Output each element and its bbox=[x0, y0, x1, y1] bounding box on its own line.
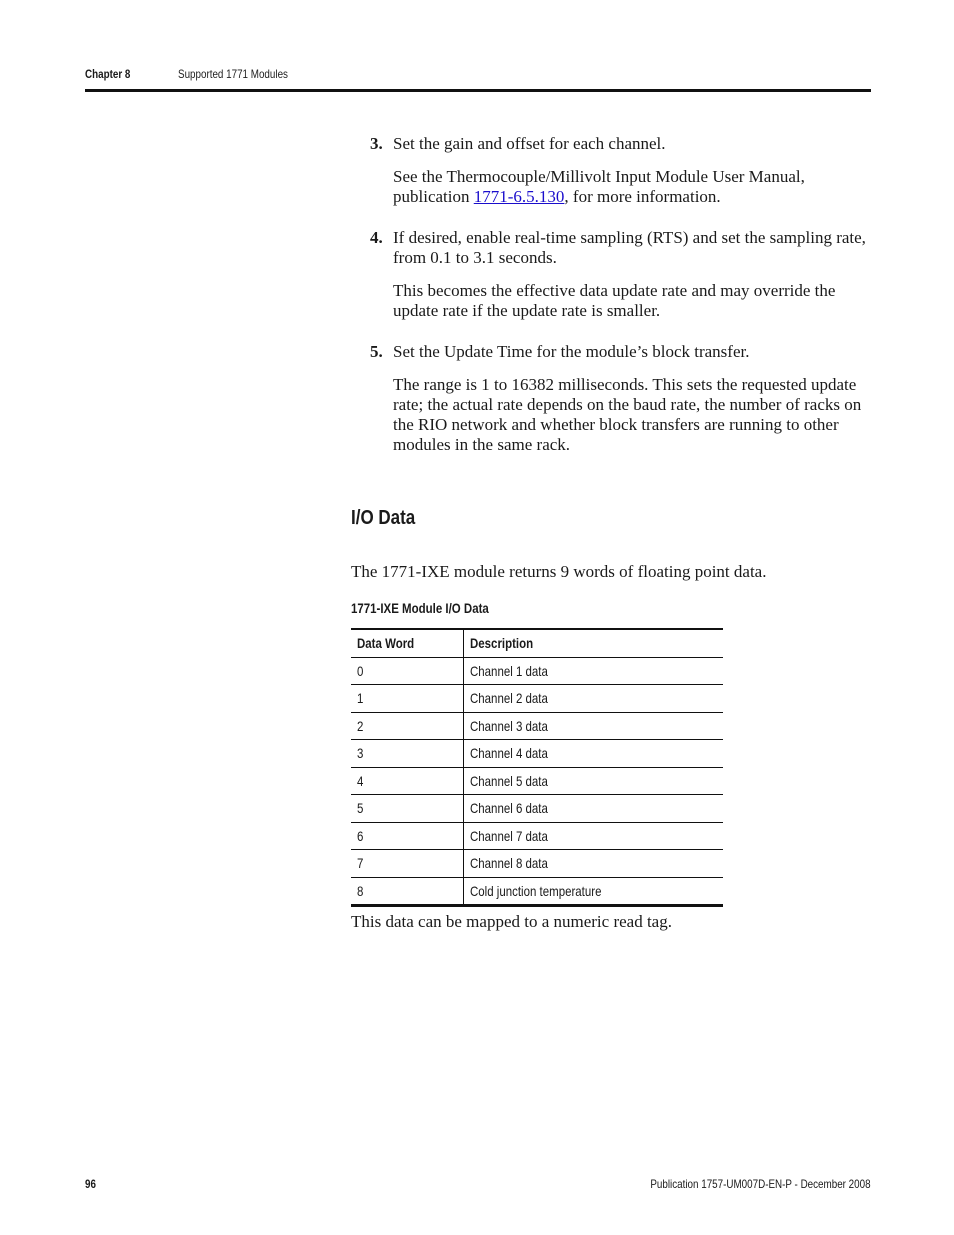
step-detail: The range is 1 to 16382 milliseconds. Th… bbox=[393, 375, 862, 454]
step-detail: This becomes the effective data update r… bbox=[393, 281, 836, 320]
table-row: 7 Channel 8 data bbox=[351, 849, 723, 878]
data-word-cell: 3 bbox=[351, 739, 464, 768]
section-outro: This data can be mapped to a numeric rea… bbox=[351, 912, 672, 931]
table-row: 0 Channel 1 data bbox=[351, 657, 723, 685]
step-text: Set the gain and offset for each channel… bbox=[393, 134, 666, 153]
data-word-cell: 8 bbox=[351, 877, 464, 907]
step-number: 4. bbox=[370, 228, 383, 247]
description-cell: Channel 7 data bbox=[463, 822, 723, 850]
description-cell: Channel 2 data bbox=[463, 684, 723, 713]
data-word-cell: 0 bbox=[351, 657, 464, 685]
procedure-steps: 3. Set the gain and offset for each chan… bbox=[370, 134, 870, 455]
page-header: Chapter 8 Supported 1771 Modules bbox=[85, 67, 288, 81]
publication-link[interactable]: 1771-6.5.130 bbox=[474, 187, 565, 206]
io-data-table: Data Word Description 0 Channel 1 data 1 Ch… bbox=[351, 628, 723, 907]
table-header-row: Data Word Description bbox=[351, 628, 723, 658]
table-row: 3 Channel 4 data bbox=[351, 739, 723, 768]
section-intro: The 1771-IXE module returns 9 words of f… bbox=[351, 562, 767, 581]
description-cell: Channel 4 data bbox=[463, 739, 723, 768]
description-cell: Channel 1 data bbox=[463, 657, 723, 685]
table-row: 5 Channel 6 data bbox=[351, 794, 723, 823]
chapter-label: Chapter 8 bbox=[85, 67, 131, 81]
description-cell: Channel 6 data bbox=[463, 794, 723, 823]
step-4: 4. If desired, enable real-time sampling… bbox=[370, 228, 870, 321]
table-row: 6 Channel 7 data bbox=[351, 822, 723, 850]
data-word-cell: 5 bbox=[351, 794, 464, 823]
column-header: Data Word bbox=[351, 628, 464, 658]
header-rule bbox=[85, 89, 871, 92]
data-word-cell: 4 bbox=[351, 767, 464, 795]
table-row: 4 Channel 5 data bbox=[351, 767, 723, 795]
data-word-cell: 1 bbox=[351, 684, 464, 713]
publication-info: Publication 1757-UM007D-EN-P - December … bbox=[650, 1177, 871, 1191]
step-text: Set the Update Time for the module’s blo… bbox=[393, 342, 750, 361]
data-word-cell: 2 bbox=[351, 712, 464, 740]
step-number: 3. bbox=[370, 134, 383, 153]
column-header: Description bbox=[463, 628, 723, 658]
page-number: 96 bbox=[85, 1177, 96, 1191]
data-word-cell: 6 bbox=[351, 822, 464, 850]
chapter-title: Supported 1771 Modules bbox=[178, 67, 288, 81]
detail-text: , for more information. bbox=[564, 187, 721, 206]
step-number: 5. bbox=[370, 342, 383, 361]
table-caption: 1771-IXE Module I/O Data bbox=[351, 600, 489, 616]
section-title: I/O Data bbox=[351, 507, 416, 529]
data-word-cell: 7 bbox=[351, 849, 464, 878]
table-row: 1 Channel 2 data bbox=[351, 684, 723, 713]
description-cell: Channel 8 data bbox=[463, 849, 723, 878]
step-5: 5. Set the Update Time for the module’s … bbox=[370, 342, 870, 455]
step-detail: See the Thermocouple/Millivolt Input Mod… bbox=[393, 167, 870, 207]
step-3: 3. Set the gain and offset for each chan… bbox=[370, 134, 870, 207]
description-cell: Channel 3 data bbox=[463, 712, 723, 740]
description-cell: Cold junction temperature bbox=[463, 877, 723, 907]
description-cell: Channel 5 data bbox=[463, 767, 723, 795]
step-text: If desired, enable real-time sampling (R… bbox=[393, 228, 866, 267]
table-row: 8 Cold junction temperature bbox=[351, 877, 723, 907]
table-row: 2 Channel 3 data bbox=[351, 712, 723, 740]
